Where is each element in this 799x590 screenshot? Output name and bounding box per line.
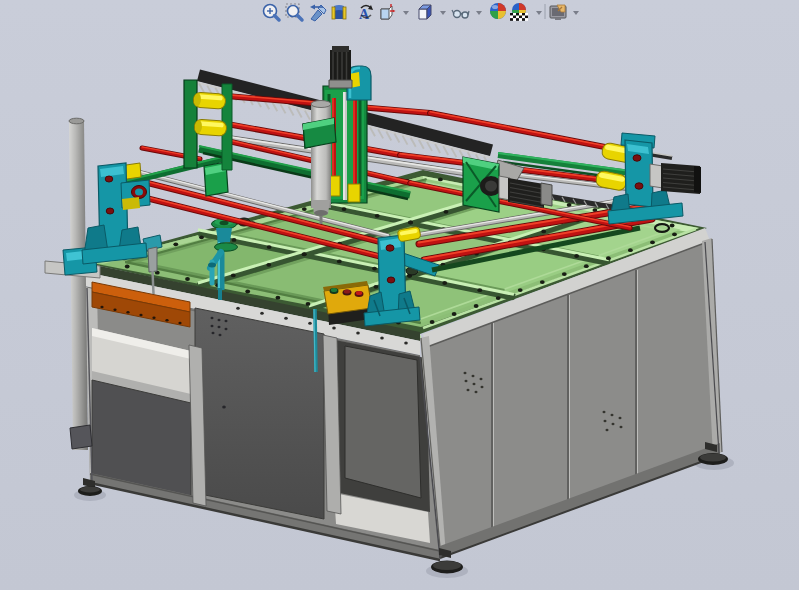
- svg-text:A: A: [359, 7, 370, 22]
